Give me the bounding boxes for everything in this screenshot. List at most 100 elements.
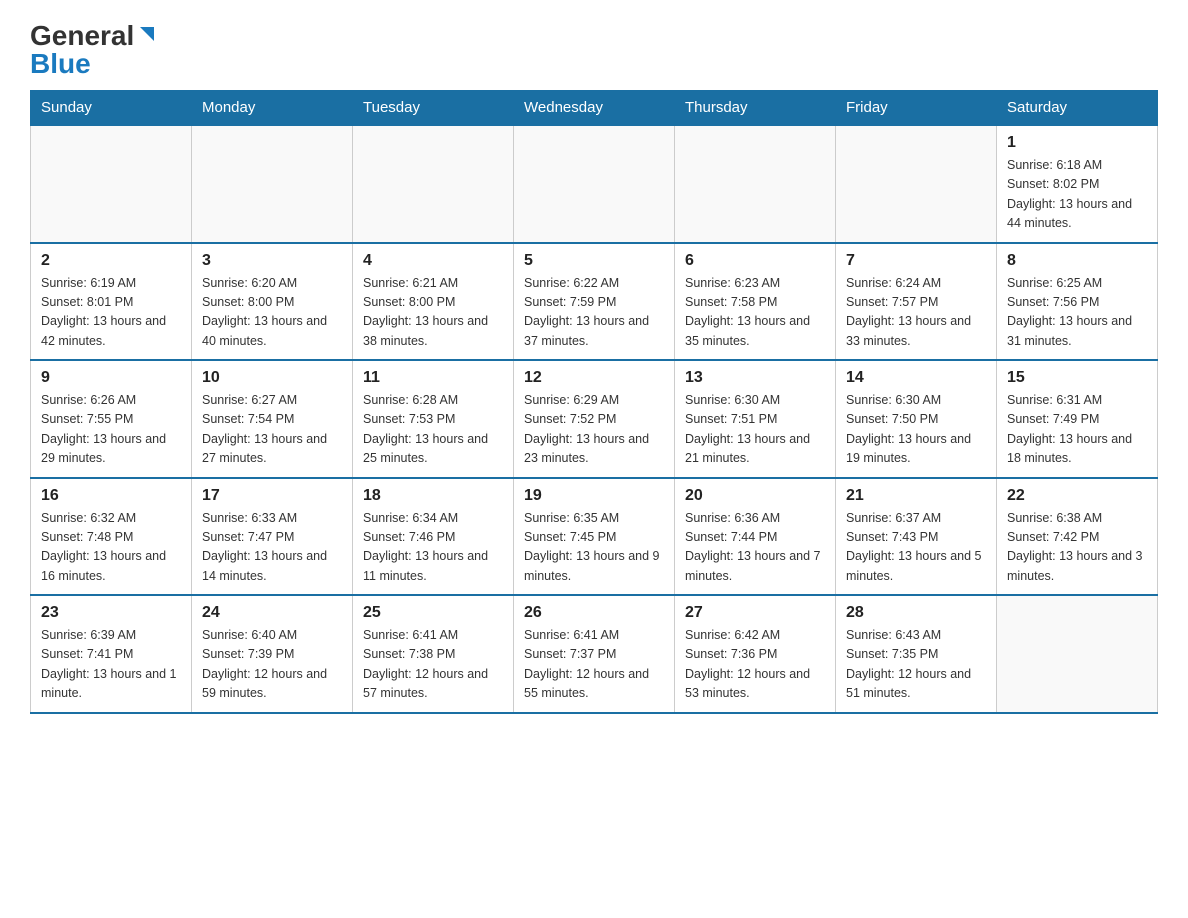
calendar-day-header: Friday bbox=[836, 91, 997, 126]
day-info: Sunrise: 6:27 AMSunset: 7:54 PMDaylight:… bbox=[202, 391, 342, 469]
calendar-header-row: SundayMondayTuesdayWednesdayThursdayFrid… bbox=[31, 91, 1158, 126]
day-info: Sunrise: 6:41 AMSunset: 7:38 PMDaylight:… bbox=[363, 626, 503, 704]
day-info: Sunrise: 6:39 AMSunset: 7:41 PMDaylight:… bbox=[41, 626, 181, 704]
calendar-week-row: 9 Sunrise: 6:26 AMSunset: 7:55 PMDaylight… bbox=[31, 360, 1158, 478]
day-number: 6 bbox=[685, 252, 825, 270]
calendar-day-cell: 8 Sunrise: 6:25 AMSunset: 7:56 PMDaylight… bbox=[997, 243, 1158, 361]
calendar-day-header: Monday bbox=[192, 91, 353, 126]
day-number: 10 bbox=[202, 369, 342, 387]
day-info: Sunrise: 6:41 AMSunset: 7:37 PMDaylight:… bbox=[524, 626, 664, 704]
day-number: 22 bbox=[1007, 487, 1147, 505]
day-number: 8 bbox=[1007, 252, 1147, 270]
day-info: Sunrise: 6:42 AMSunset: 7:36 PMDaylight:… bbox=[685, 626, 825, 704]
calendar-day-cell: 21 Sunrise: 6:37 AMSunset: 7:43 PMDayligh… bbox=[836, 478, 997, 596]
calendar-day-cell: 5 Sunrise: 6:22 AMSunset: 7:59 PMDaylight… bbox=[514, 243, 675, 361]
calendar-day-cell bbox=[192, 125, 353, 243]
calendar-day-cell bbox=[31, 125, 192, 243]
calendar-day-cell: 1 Sunrise: 6:18 AMSunset: 8:02 PMDaylight… bbox=[997, 125, 1158, 243]
calendar-day-cell: 14Sunrise: 6:30 AMSunset: 7:50 PMDayligh… bbox=[836, 360, 997, 478]
calendar-day-cell: 9 Sunrise: 6:26 AMSunset: 7:55 PMDaylight… bbox=[31, 360, 192, 478]
day-number: 20 bbox=[685, 487, 825, 505]
day-number: 18 bbox=[363, 487, 503, 505]
day-info: Sunrise: 6:20 AMSunset: 8:00 PMDaylight:… bbox=[202, 274, 342, 352]
calendar-day-cell bbox=[836, 125, 997, 243]
calendar-day-cell: 24Sunrise: 6:40 AMSunset: 7:39 PMDayligh… bbox=[192, 595, 353, 713]
day-number: 19 bbox=[524, 487, 664, 505]
calendar-day-cell: 20 Sunrise: 6:36 AMSunset: 7:44 PMDayligh… bbox=[675, 478, 836, 596]
day-number: 15 bbox=[1007, 369, 1147, 387]
calendar-day-cell: 2Sunrise: 6:19 AMSunset: 8:01 PMDaylight… bbox=[31, 243, 192, 361]
calendar-day-cell: 12 Sunrise: 6:29 AMSunset: 7:52 PMDayligh… bbox=[514, 360, 675, 478]
day-number: 12 bbox=[524, 369, 664, 387]
calendar-day-cell: 10 Sunrise: 6:27 AMSunset: 7:54 PMDayligh… bbox=[192, 360, 353, 478]
calendar-day-cell bbox=[997, 595, 1158, 713]
logo-triangle-icon bbox=[136, 23, 158, 45]
calendar-day-header: Tuesday bbox=[353, 91, 514, 126]
day-info: Sunrise: 6:38 AMSunset: 7:42 PMDaylight:… bbox=[1007, 509, 1147, 587]
calendar-day-cell: 26 Sunrise: 6:41 AMSunset: 7:37 PMDayligh… bbox=[514, 595, 675, 713]
calendar-day-cell bbox=[675, 125, 836, 243]
day-number: 13 bbox=[685, 369, 825, 387]
calendar-day-cell: 4Sunrise: 6:21 AMSunset: 8:00 PMDaylight… bbox=[353, 243, 514, 361]
calendar-day-header: Wednesday bbox=[514, 91, 675, 126]
day-info: Sunrise: 6:23 AMSunset: 7:58 PMDaylight:… bbox=[685, 274, 825, 352]
calendar-day-cell: 22 Sunrise: 6:38 AMSunset: 7:42 PMDayligh… bbox=[997, 478, 1158, 596]
day-info: Sunrise: 6:37 AMSunset: 7:43 PMDaylight:… bbox=[846, 509, 986, 587]
day-info: Sunrise: 6:18 AMSunset: 8:02 PMDaylight:… bbox=[1007, 156, 1147, 234]
calendar-day-cell bbox=[514, 125, 675, 243]
calendar-day-cell: 18 Sunrise: 6:34 AMSunset: 7:46 PMDayligh… bbox=[353, 478, 514, 596]
day-info: Sunrise: 6:26 AMSunset: 7:55 PMDaylight:… bbox=[41, 391, 181, 469]
calendar-day-cell: 28 Sunrise: 6:43 AMSunset: 7:35 PMDayligh… bbox=[836, 595, 997, 713]
page-header: General Blue bbox=[30, 20, 1158, 80]
day-info: Sunrise: 6:28 AMSunset: 7:53 PMDaylight:… bbox=[363, 391, 503, 469]
day-number: 14 bbox=[846, 369, 986, 387]
day-number: 27 bbox=[685, 604, 825, 622]
day-number: 21 bbox=[846, 487, 986, 505]
day-info: Sunrise: 6:21 AMSunset: 8:00 PMDaylight:… bbox=[363, 274, 503, 352]
day-number: 28 bbox=[846, 604, 986, 622]
day-number: 2 bbox=[41, 252, 181, 270]
calendar-day-cell: 17 Sunrise: 6:33 AMSunset: 7:47 PMDayligh… bbox=[192, 478, 353, 596]
calendar-day-cell bbox=[353, 125, 514, 243]
calendar-day-cell: 13 Sunrise: 6:30 AMSunset: 7:51 PMDayligh… bbox=[675, 360, 836, 478]
calendar-day-header: Saturday bbox=[997, 91, 1158, 126]
calendar-day-cell: 23 Sunrise: 6:39 AMSunset: 7:41 PMDayligh… bbox=[31, 595, 192, 713]
day-info: Sunrise: 6:33 AMSunset: 7:47 PMDaylight:… bbox=[202, 509, 342, 587]
day-number: 17 bbox=[202, 487, 342, 505]
day-number: 7 bbox=[846, 252, 986, 270]
day-number: 23 bbox=[41, 604, 181, 622]
calendar-day-cell: 6 Sunrise: 6:23 AMSunset: 7:58 PMDaylight… bbox=[675, 243, 836, 361]
day-info: Sunrise: 6:36 AMSunset: 7:44 PMDaylight:… bbox=[685, 509, 825, 587]
calendar-week-row: 2Sunrise: 6:19 AMSunset: 8:01 PMDaylight… bbox=[31, 243, 1158, 361]
day-number: 24 bbox=[202, 604, 342, 622]
day-number: 25 bbox=[363, 604, 503, 622]
day-number: 11 bbox=[363, 369, 503, 387]
calendar-table: SundayMondayTuesdayWednesdayThursdayFrid… bbox=[30, 90, 1158, 714]
day-info: Sunrise: 6:43 AMSunset: 7:35 PMDaylight:… bbox=[846, 626, 986, 704]
calendar-week-row: 1 Sunrise: 6:18 AMSunset: 8:02 PMDaylight… bbox=[31, 125, 1158, 243]
day-info: Sunrise: 6:35 AMSunset: 7:45 PMDaylight:… bbox=[524, 509, 664, 587]
day-number: 9 bbox=[41, 369, 181, 387]
logo-blue: Blue bbox=[30, 48, 91, 80]
calendar-day-cell: 15Sunrise: 6:31 AMSunset: 7:49 PMDayligh… bbox=[997, 360, 1158, 478]
day-number: 26 bbox=[524, 604, 664, 622]
day-number: 3 bbox=[202, 252, 342, 270]
logo: General Blue bbox=[30, 20, 158, 80]
calendar-day-cell: 3 Sunrise: 6:20 AMSunset: 8:00 PMDaylight… bbox=[192, 243, 353, 361]
day-number: 1 bbox=[1007, 134, 1147, 152]
day-number: 5 bbox=[524, 252, 664, 270]
day-info: Sunrise: 6:29 AMSunset: 7:52 PMDaylight:… bbox=[524, 391, 664, 469]
calendar-day-cell: 7Sunrise: 6:24 AMSunset: 7:57 PMDaylight… bbox=[836, 243, 997, 361]
day-number: 16 bbox=[41, 487, 181, 505]
day-info: Sunrise: 6:32 AMSunset: 7:48 PMDaylight:… bbox=[41, 509, 181, 587]
calendar-week-row: 16 Sunrise: 6:32 AMSunset: 7:48 PMDayligh… bbox=[31, 478, 1158, 596]
day-info: Sunrise: 6:25 AMSunset: 7:56 PMDaylight:… bbox=[1007, 274, 1147, 352]
day-info: Sunrise: 6:22 AMSunset: 7:59 PMDaylight:… bbox=[524, 274, 664, 352]
calendar-day-header: Thursday bbox=[675, 91, 836, 126]
day-info: Sunrise: 6:30 AMSunset: 7:51 PMDaylight:… bbox=[685, 391, 825, 469]
calendar-day-cell: 16 Sunrise: 6:32 AMSunset: 7:48 PMDayligh… bbox=[31, 478, 192, 596]
day-info: Sunrise: 6:34 AMSunset: 7:46 PMDaylight:… bbox=[363, 509, 503, 587]
calendar-day-header: Sunday bbox=[31, 91, 192, 126]
calendar-week-row: 23 Sunrise: 6:39 AMSunset: 7:41 PMDayligh… bbox=[31, 595, 1158, 713]
calendar-day-cell: 19 Sunrise: 6:35 AMSunset: 7:45 PMDayligh… bbox=[514, 478, 675, 596]
